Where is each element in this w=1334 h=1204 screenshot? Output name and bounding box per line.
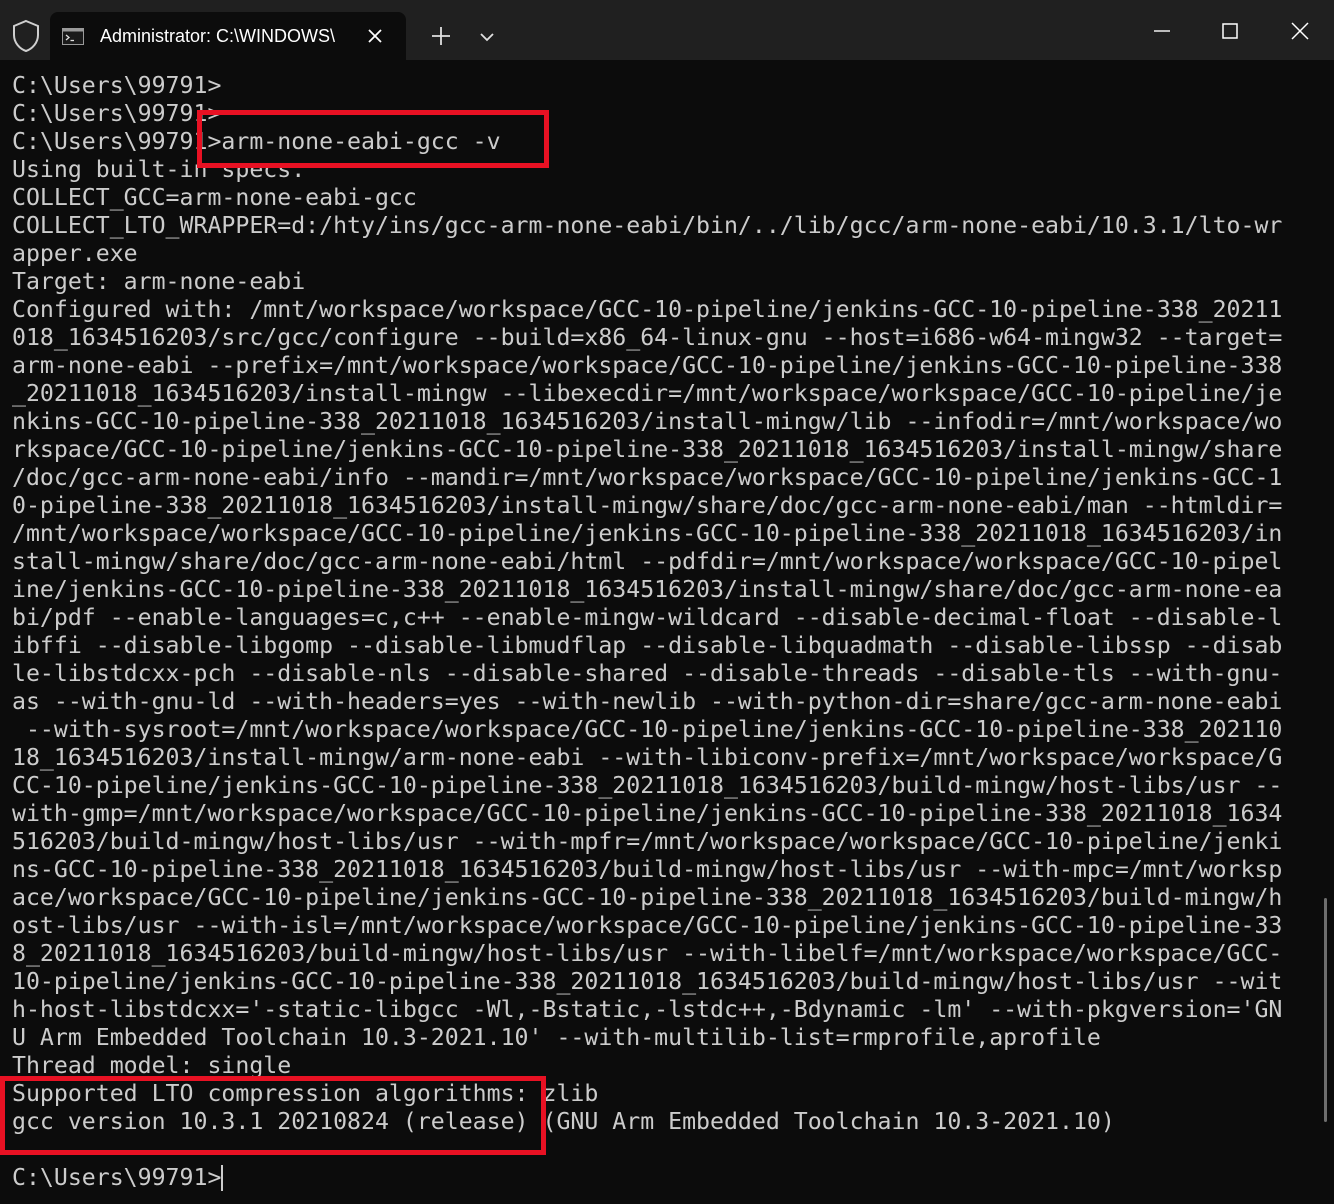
terminal-line: Using built-in specs. — [12, 156, 1312, 184]
terminal-line: /mnt/workspace/workspace/GCC-10-pipeline… — [12, 520, 1312, 548]
terminal-line-text: nkins-GCC-10-pipeline-338_20211018_16345… — [12, 408, 1283, 435]
terminal-output[interactable]: C:\Users\99791> C:\Users\99791> C:\Users\9… — [12, 72, 1312, 1204]
terminal-line-text: --with-sysroot=/mnt/workspace/workspace/… — [12, 716, 1283, 743]
terminal-line-text: 018_1634516203/src/gcc/configure --build… — [12, 324, 1283, 351]
terminal-line: _20211018_1634516203/install-mingw --lib… — [12, 380, 1312, 408]
shield-icon — [13, 19, 39, 53]
terminal-line-text: 516203/build-mingw/host-libs/usr --with-… — [12, 828, 1283, 855]
terminal-line: COLLECT_LTO_WRAPPER=d:/hty/ins/gcc-arm-n… — [12, 212, 1312, 240]
terminal-line-text: arm-none-eabi --prefix=/mnt/workspace/wo… — [12, 352, 1283, 379]
terminal-line: ns-GCC-10-pipeline-338_20211018_16345162… — [12, 856, 1312, 884]
terminal-line: C:\Users\99791>arm-none-eabi-gcc -v — [12, 128, 1312, 156]
terminal-line-text: as --with-gnu-ld --with-headers=yes --wi… — [12, 688, 1283, 715]
close-icon — [1291, 22, 1309, 40]
terminal-line-text: Target: arm-none-eabi — [12, 268, 306, 295]
terminal-line: as --with-gnu-ld --with-headers=yes --wi… — [12, 688, 1312, 716]
terminal-line-text: ns-GCC-10-pipeline-338_20211018_16345162… — [12, 856, 1283, 883]
terminal-line: arm-none-eabi --prefix=/mnt/workspace/wo… — [12, 352, 1312, 380]
terminal-line: Supported LTO compression algorithms: zl… — [12, 1080, 1312, 1108]
terminal-line-text: C:\Users\99791> — [12, 100, 222, 127]
terminal-line: ost-libs/usr --with-isl=/mnt/workspace/w… — [12, 912, 1312, 940]
terminal-line-text: C:\Users\99791> — [12, 72, 222, 99]
terminal-line: gcc version 10.3.1 20210824 (release) (G… — [12, 1108, 1312, 1136]
terminal-line: ine/jenkins-GCC-10-pipeline-338_20211018… — [12, 576, 1312, 604]
terminal-line: 8_20211018_1634516203/build-mingw/host-l… — [12, 940, 1312, 968]
terminal-line-text: Supported LTO compression algorithms: zl… — [12, 1080, 599, 1107]
maximize-button[interactable] — [1207, 12, 1253, 52]
terminal-line-text: COLLECT_LTO_WRAPPER=d:/hty/ins/gcc-arm-n… — [12, 212, 1283, 239]
terminal-line: --with-sysroot=/mnt/workspace/workspace/… — [12, 716, 1312, 744]
terminal-line-text: _20211018_1634516203/install-mingw --lib… — [12, 380, 1283, 407]
terminal-line: 516203/build-mingw/host-libs/usr --with-… — [12, 828, 1312, 856]
terminal-line-text: C:\Users\99791>arm-none-eabi-gcc -v — [12, 128, 501, 155]
terminal-window: Administrator: C:\WINDOWS\ C:\Users\9979… — [0, 0, 1334, 1204]
terminal-line-text: Thread model: single — [12, 1052, 292, 1079]
terminal-line: rkspace/GCC-10-pipeline/jenkins-GCC-10-p… — [12, 436, 1312, 464]
tab-administrator[interactable]: Administrator: C:\WINDOWS\ — [50, 12, 406, 60]
terminal-line-text: CC-10-pipeline/jenkins-GCC-10-pipeline-3… — [12, 772, 1283, 799]
terminal-line: stall-mingw/share/doc/gcc-arm-none-eabi/… — [12, 548, 1312, 576]
terminal-line-text: /mnt/workspace/workspace/GCC-10-pipeline… — [12, 520, 1283, 547]
text-cursor — [221, 1165, 224, 1191]
terminal-line-text: ibffi --disable-libgomp --disable-libmud… — [12, 632, 1283, 659]
tab-title: Administrator: C:\WINDOWS\ — [100, 26, 336, 46]
terminal-line-text: ace/workspace/GCC-10-pipeline/jenkins-GC… — [12, 884, 1283, 911]
terminal-line-text: Configured with: /mnt/workspace/workspac… — [12, 296, 1283, 323]
terminal-line: with-gmp=/mnt/workspace/workspace/GCC-10… — [12, 800, 1312, 828]
terminal-line: C:\Users\99791> — [12, 1164, 1312, 1192]
terminal-line: 018_1634516203/src/gcc/configure --build… — [12, 324, 1312, 352]
terminal-line: C:\Users\99791> — [12, 72, 1312, 100]
terminal-line: Configured with: /mnt/workspace/workspac… — [12, 296, 1312, 324]
close-window-button[interactable] — [1277, 12, 1323, 52]
terminal-line-text: 8_20211018_1634516203/build-mingw/host-l… — [12, 940, 1283, 967]
plus-icon[interactable] — [425, 20, 457, 52]
terminal-line-text: stall-mingw/share/doc/gcc-arm-none-eabi/… — [12, 548, 1283, 575]
terminal-line: 18_1634516203/install-mingw/arm-none-eab… — [12, 744, 1312, 772]
terminal-line-text: 0-pipeline-338_20211018_1634516203/insta… — [12, 492, 1283, 519]
terminal-line: apper.exe — [12, 240, 1312, 268]
terminal-line-text: C:\Users\99791> — [12, 1164, 222, 1191]
terminal-line: h-host-libstdcxx='-static-libgcc -Wl,-Bs… — [12, 996, 1312, 1024]
terminal-line: bi/pdf --enable-languages=c,c++ --enable… — [12, 604, 1312, 632]
terminal-line-text: h-host-libstdcxx='-static-libgcc -Wl,-Bs… — [12, 996, 1283, 1023]
terminal-line-text: Using built-in specs. — [12, 156, 306, 183]
terminal-line: nkins-GCC-10-pipeline-338_20211018_16345… — [12, 408, 1312, 436]
terminal-line-text: U Arm Embedded Toolchain 10.3-2021.10' -… — [12, 1024, 1101, 1051]
terminal-line-text: COLLECT_GCC=arm-none-eabi-gcc — [12, 184, 417, 211]
terminal-line: /doc/gcc-arm-none-eabi/info --mandir=/mn… — [12, 464, 1312, 492]
terminal-line-text: bi/pdf --enable-languages=c,c++ --enable… — [12, 604, 1283, 631]
terminal-line-text: 18_1634516203/install-mingw/arm-none-eab… — [12, 744, 1283, 771]
chevron-down-icon[interactable] — [474, 24, 500, 50]
terminal-line: Thread model: single — [12, 1052, 1312, 1080]
terminal-line: CC-10-pipeline/jenkins-GCC-10-pipeline-3… — [12, 772, 1312, 800]
terminal-line-text: gcc version 10.3.1 20210824 (release) (G… — [12, 1108, 1115, 1135]
terminal-line: ibffi --disable-libgomp --disable-libmud… — [12, 632, 1312, 660]
terminal-line-text: ost-libs/usr --with-isl=/mnt/workspace/w… — [12, 912, 1283, 939]
close-tab-icon[interactable] — [366, 27, 384, 45]
minimize-icon — [1154, 30, 1170, 32]
terminal-line: 10-pipeline/jenkins-GCC-10-pipeline-338_… — [12, 968, 1312, 996]
terminal-icon — [62, 28, 84, 45]
terminal-line: ace/workspace/GCC-10-pipeline/jenkins-GC… — [12, 884, 1312, 912]
terminal-line: COLLECT_GCC=arm-none-eabi-gcc — [12, 184, 1312, 212]
terminal-line: 0-pipeline-338_20211018_1634516203/insta… — [12, 492, 1312, 520]
terminal-line: le-libstdcxx-pch --disable-nls --disable… — [12, 660, 1312, 688]
minimize-button[interactable] — [1139, 12, 1185, 52]
terminal-line: Target: arm-none-eabi — [12, 268, 1312, 296]
maximize-icon — [1222, 23, 1238, 39]
title-bar[interactable]: Administrator: C:\WINDOWS\ — [0, 0, 1334, 60]
terminal-line-text: apper.exe — [12, 240, 138, 267]
scrollbar-thumb[interactable] — [1324, 898, 1327, 1122]
terminal-line-text: 10-pipeline/jenkins-GCC-10-pipeline-338_… — [12, 968, 1283, 995]
terminal-line-text: /doc/gcc-arm-none-eabi/info --mandir=/mn… — [12, 464, 1283, 491]
terminal-line-text: ine/jenkins-GCC-10-pipeline-338_20211018… — [12, 576, 1283, 603]
terminal-line-text: with-gmp=/mnt/workspace/workspace/GCC-10… — [12, 800, 1283, 827]
terminal-line: U Arm Embedded Toolchain 10.3-2021.10' -… — [12, 1024, 1312, 1052]
terminal-line: C:\Users\99791> — [12, 100, 1312, 128]
terminal-line-text: rkspace/GCC-10-pipeline/jenkins-GCC-10-p… — [12, 436, 1283, 463]
terminal-line-text: le-libstdcxx-pch --disable-nls --disable… — [12, 660, 1283, 687]
